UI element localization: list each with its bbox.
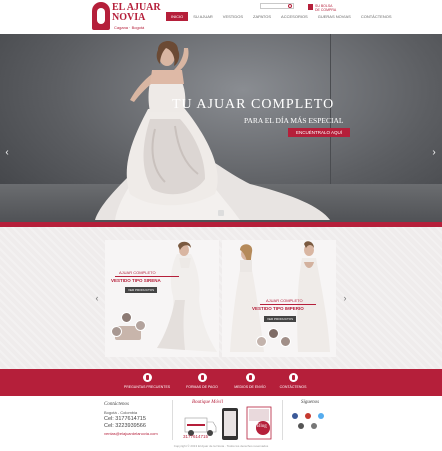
hero-prev-arrow-icon[interactable]: ‹ — [3, 146, 11, 160]
contact-phone-2: Cel: 3223939566 — [104, 423, 146, 429]
hero-title: TU AJUAR COMPLETO — [172, 97, 335, 112]
nav-item-inicio[interactable]: INICIO — [166, 12, 189, 21]
contact-phone-1: Cel: 3177614715 — [104, 416, 146, 422]
promo-headline: VESTIDO TIPO IMPERIO — [252, 306, 304, 311]
product-thumb[interactable] — [268, 328, 279, 339]
promo-view-products-button[interactable]: VER PRODUCTOS — [125, 287, 158, 293]
shopping-bag-label: SU BOLSA DE COMPRA — [315, 4, 337, 12]
hero-slider: TU AJUAR COMPLETO PARA EL DÍA MÁS ESPECI… — [0, 34, 442, 222]
card-icon — [197, 373, 207, 382]
promo-eyebrow: AJUAR COMPLETO — [119, 270, 156, 275]
contact-title: Contáctenos — [104, 402, 129, 407]
shopping-bag-icon — [308, 4, 313, 10]
faq-link[interactable]: PREGUNTAS FRECUENTES — [117, 373, 177, 393]
twitter-icon[interactable] — [318, 413, 324, 419]
mobile-boutique-title: Boutique Móvil — [192, 400, 223, 405]
shopping-bag-link[interactable]: SU BOLSA DE COMPRA — [308, 3, 338, 12]
hero-subtitle: PARA EL DÍA MÁS ESPECIAL — [244, 116, 344, 125]
search-input[interactable] — [260, 3, 294, 9]
product-thumb[interactable] — [111, 326, 122, 337]
product-thumb[interactable] — [256, 336, 267, 347]
promo-next-arrow-icon[interactable]: › — [341, 292, 349, 304]
promo-view-products-button[interactable]: VER PRODUCTOS — [264, 316, 297, 322]
youtube-icon[interactable] — [311, 423, 317, 429]
brand-line-2: NOVIA — [112, 12, 146, 23]
contact-link[interactable]: CONTÁCTENOS — [263, 373, 323, 393]
copyright-text: Copyright © 2013 El Ajuar de la Novia · … — [173, 444, 269, 448]
site-header: EL AJUAR NOVIA Cagana · Bogotá SU BOLSA … — [0, 0, 442, 34]
product-thumb[interactable] — [135, 320, 146, 331]
nav-item-gueras-novias[interactable]: GUERAS NOVIAS — [313, 12, 356, 21]
main-nav: INICIO SU AJUAR VESTIDOS ZAPATOS ACCESOR… — [166, 12, 397, 21]
faq-label: PREGUNTAS FRECUENTES — [123, 385, 171, 389]
promo-card-sirena[interactable]: AJUAR COMPLETO VESTIDO TIPO SIRENA VER P… — [105, 240, 219, 357]
truck-icon — [245, 373, 255, 382]
footer-divider — [282, 400, 283, 440]
blog-label: Blog — [257, 424, 267, 429]
promo-eyebrow: AJUAR COMPLETO — [266, 298, 303, 303]
follow-title: Síguenos — [301, 400, 320, 405]
promo-swoosh — [115, 276, 179, 277]
blog-link[interactable] — [246, 406, 272, 440]
mobile-phone-number: 3177614715 — [183, 434, 209, 439]
pinterest-icon[interactable] — [305, 413, 311, 419]
brand-logo[interactable]: EL AJUAR NOVIA Cagana · Bogotá — [92, 2, 162, 32]
hero-next-arrow-icon[interactable]: › — [430, 146, 438, 160]
nav-item-accesorios[interactable]: ACCESORIOS — [276, 12, 313, 21]
bride-ribbon-icon — [92, 2, 110, 30]
product-thumb[interactable] — [121, 312, 132, 323]
instagram-icon[interactable] — [298, 423, 304, 429]
nav-item-su-ajuar[interactable]: SU AJUAR — [188, 12, 218, 21]
contact-email-link[interactable]: ventas@elajuardelanovia.com — [104, 431, 158, 436]
promo-section — [0, 227, 442, 369]
phone-icon — [288, 373, 298, 382]
hero-cta-button[interactable]: ENCUÉNTRALO AQUÍ — [288, 128, 350, 137]
footer-divider — [172, 400, 173, 440]
contact-label: CONTÁCTENOS — [279, 385, 307, 389]
bride-photo — [95, 41, 330, 220]
contact-city: Bogotá - Colombia — [104, 410, 138, 415]
page: EL AJUAR NOVIA Cagana · Bogotá SU BOLSA … — [0, 0, 442, 451]
promo-headline: VESTIDO TIPO SIRENA — [111, 278, 161, 283]
search-icon[interactable] — [288, 4, 292, 8]
nav-item-vestidos[interactable]: VESTIDOS — [218, 12, 248, 21]
slider-pager-icon[interactable] — [218, 210, 224, 216]
sirena-dress-photo — [105, 240, 219, 357]
promo-prev-arrow-icon[interactable]: ‹ — [93, 292, 101, 304]
mobile-phone-icon — [222, 408, 238, 440]
brand-tagline: Cagana · Bogotá — [114, 25, 145, 30]
nav-item-zapatos[interactable]: ZAPATOS — [248, 12, 276, 21]
nav-item-contactenos[interactable]: CONTÁCTENOS — [356, 12, 397, 21]
facebook-icon[interactable] — [292, 413, 298, 419]
product-thumb[interactable] — [280, 336, 291, 347]
promo-swoosh — [260, 304, 316, 305]
question-icon — [142, 373, 152, 382]
promo-card-imperio[interactable]: AJUAR COMPLETO VESTIDO TIPO IMPERIO VER … — [222, 240, 336, 357]
